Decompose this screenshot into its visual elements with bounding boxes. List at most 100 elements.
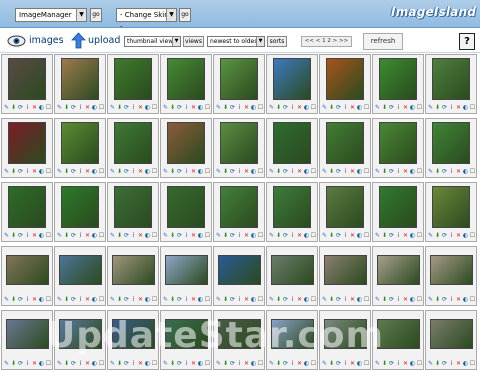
select-icon[interactable]: ☐ [98,360,105,368]
edit-icon[interactable]: ✎ [427,104,434,112]
info-icon[interactable]: i [77,232,84,240]
info-icon[interactable]: i [24,104,31,112]
download-icon[interactable]: ⬇ [275,104,282,112]
thumbnail-cell[interactable]: ✎ ⬇ ⟳ i ✕ ◐ ☐ [425,118,477,178]
sync-icon[interactable]: ⟳ [70,360,77,368]
download-icon[interactable]: ⬇ [116,168,123,176]
info-icon[interactable]: i [236,232,243,240]
gallery-icon[interactable]: ◐ [91,232,98,240]
thumbnail-cell[interactable]: ✎ ⬇ ⟳ i ✕ ◐ ☐ [160,182,212,242]
select-icon[interactable]: ☐ [45,104,52,112]
edit-icon[interactable]: ✎ [162,168,169,176]
sync-icon[interactable]: ⟳ [282,168,289,176]
delete-icon[interactable]: ✕ [84,104,91,112]
sync-icon[interactable]: ⟳ [229,296,236,304]
select-icon[interactable]: ☐ [416,168,423,176]
thumbnail-cell[interactable]: ✎ ⬇ ⟳ i ✕ ◐ ☐ [160,246,212,306]
info-icon[interactable]: i [448,232,455,240]
delete-icon[interactable]: ✕ [455,168,462,176]
gallery-icon[interactable]: ◐ [409,104,416,112]
edit-icon[interactable]: ✎ [321,296,328,304]
edit-icon[interactable]: ✎ [56,232,63,240]
thumbnail-image[interactable] [8,186,46,228]
delete-icon[interactable]: ✕ [190,168,197,176]
sync-icon[interactable]: ⟳ [176,168,183,176]
info-icon[interactable]: i [183,104,190,112]
download-icon[interactable]: ⬇ [434,232,441,240]
select-icon[interactable]: ☐ [204,296,211,304]
info-icon[interactable]: i [236,168,243,176]
download-icon[interactable]: ⬇ [222,168,229,176]
upload-arrow-icon[interactable] [71,32,86,49]
sync-icon[interactable]: ⟳ [388,360,395,368]
edit-icon[interactable]: ✎ [3,296,10,304]
select-icon[interactable]: ☐ [310,360,317,368]
delete-icon[interactable]: ✕ [84,296,91,304]
edit-icon[interactable]: ✎ [321,232,328,240]
gallery-icon[interactable]: ◐ [91,360,98,368]
skin-select[interactable]: - Change Skins - ▼ [116,8,177,31]
gallery-icon[interactable]: ◐ [144,296,151,304]
select-icon[interactable]: ☐ [469,232,476,240]
info-icon[interactable]: i [342,168,349,176]
download-icon[interactable]: ⬇ [116,360,123,368]
gallery-icon[interactable]: ◐ [197,104,204,112]
select-icon[interactable]: ☐ [204,360,211,368]
edit-icon[interactable]: ✎ [162,360,169,368]
select-icon[interactable]: ☐ [151,360,158,368]
download-icon[interactable]: ⬇ [169,232,176,240]
select-icon[interactable]: ☐ [204,168,211,176]
sync-icon[interactable]: ⟳ [176,296,183,304]
select-icon[interactable]: ☐ [257,296,264,304]
edit-icon[interactable]: ✎ [3,360,10,368]
thumbnail-image[interactable] [379,58,417,100]
gallery-icon[interactable]: ◐ [462,360,469,368]
edit-icon[interactable]: ✎ [109,232,116,240]
info-icon[interactable]: i [395,232,402,240]
thumbnail-cell[interactable]: ✎ ⬇ ⟳ i ✕ ◐ ☐ [319,182,371,242]
sync-icon[interactable]: ⟳ [335,232,342,240]
select-icon[interactable]: ☐ [310,104,317,112]
sync-icon[interactable]: ⟳ [441,168,448,176]
select-icon[interactable]: ☐ [363,360,370,368]
sync-icon[interactable]: ⟳ [335,360,342,368]
edit-icon[interactable]: ✎ [268,232,275,240]
info-icon[interactable]: i [24,360,31,368]
thumbnail-image[interactable] [114,186,152,228]
sync-icon[interactable]: ⟳ [123,232,130,240]
select-icon[interactable]: ☐ [416,104,423,112]
delete-icon[interactable]: ✕ [243,168,250,176]
download-icon[interactable]: ⬇ [381,104,388,112]
download-icon[interactable]: ⬇ [169,168,176,176]
gallery-icon[interactable]: ◐ [38,232,45,240]
info-icon[interactable]: i [395,296,402,304]
download-icon[interactable]: ⬇ [63,296,70,304]
select-icon[interactable]: ☐ [151,168,158,176]
delete-icon[interactable]: ✕ [455,104,462,112]
edit-icon[interactable]: ✎ [321,168,328,176]
select-icon[interactable]: ☐ [151,232,158,240]
edit-icon[interactable]: ✎ [427,296,434,304]
info-icon[interactable]: i [24,296,31,304]
thumbnail-image[interactable] [61,58,99,100]
thumbnail-cell[interactable]: ✎ ⬇ ⟳ i ✕ ◐ ☐ [425,54,477,114]
info-icon[interactable]: i [342,296,349,304]
info-icon[interactable]: i [130,168,137,176]
delete-icon[interactable]: ✕ [137,360,144,368]
sync-icon[interactable]: ⟳ [388,232,395,240]
delete-icon[interactable]: ✕ [31,360,38,368]
gallery-icon[interactable]: ◐ [144,168,151,176]
thumbnail-cell[interactable]: ✎ ⬇ ⟳ i ✕ ◐ ☐ [213,54,265,114]
delete-icon[interactable]: ✕ [402,360,409,368]
download-icon[interactable]: ⬇ [169,104,176,112]
info-icon[interactable]: i [130,104,137,112]
gallery-icon[interactable]: ◐ [303,104,310,112]
delete-icon[interactable]: ✕ [349,296,356,304]
gallery-icon[interactable]: ◐ [250,232,257,240]
delete-icon[interactable]: ✕ [190,104,197,112]
download-icon[interactable]: ⬇ [169,360,176,368]
gallery-icon[interactable]: ◐ [144,104,151,112]
gallery-icon[interactable]: ◐ [250,104,257,112]
delete-icon[interactable]: ✕ [190,232,197,240]
thumbnail-image[interactable] [430,319,473,349]
